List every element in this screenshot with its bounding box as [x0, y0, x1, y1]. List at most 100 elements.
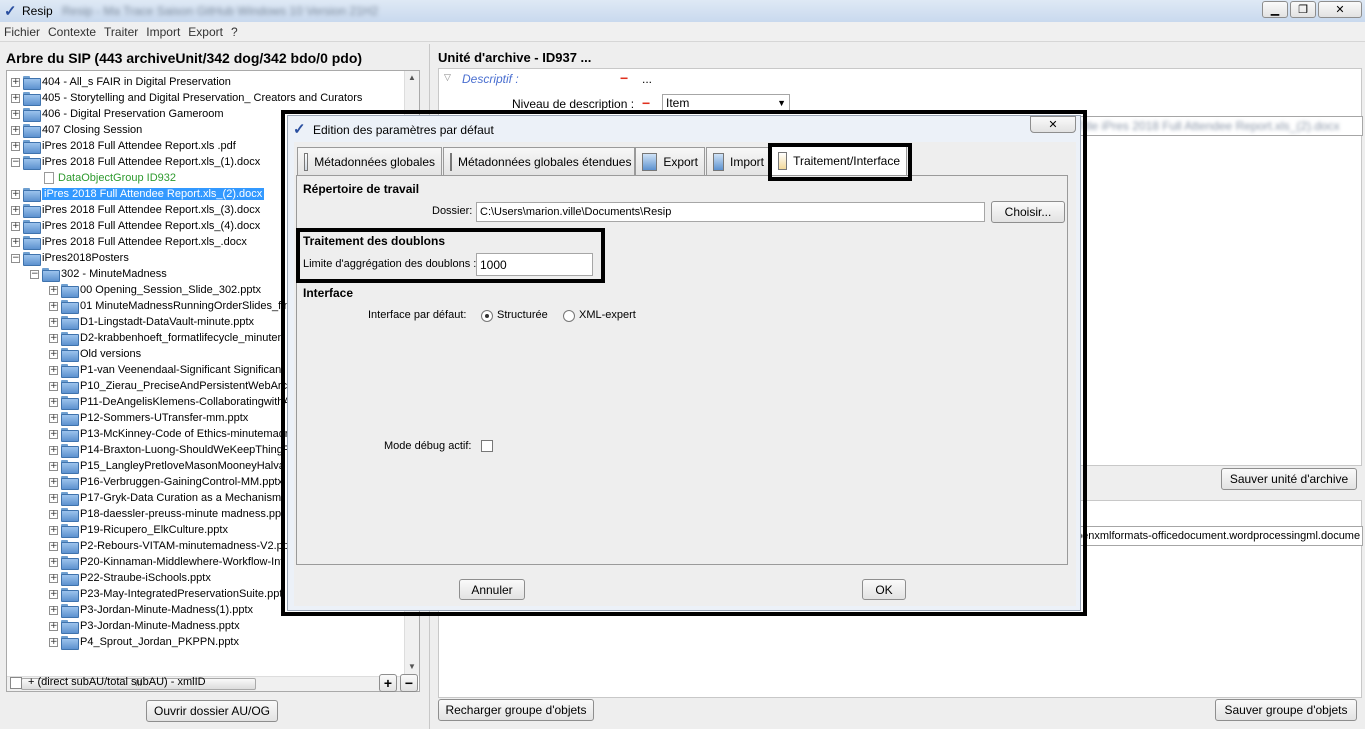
collapse-icon[interactable]: − — [30, 269, 39, 279]
tab-metadonnees-etendues[interactable]: Métadonnées globales étendues — [443, 147, 635, 175]
collapse-icon[interactable]: − — [11, 253, 20, 263]
tree-item[interactable]: + P20-Kinnaman-Middlewhere-Workflow-Inf — [49, 554, 283, 571]
menu-traiter[interactable]: Traiter — [104, 25, 138, 39]
expand-icon[interactable]: + — [11, 205, 20, 215]
cancel-button[interactable]: Annuler — [459, 579, 525, 600]
descriptif-remove-icon[interactable]: − — [620, 70, 628, 86]
tree-item[interactable]: + P2-Rebours-VITAM-minutemadness-V2.ppt — [49, 538, 292, 555]
tree-item[interactable]: + P13-McKinney-Code of Ethics-minutemadn — [49, 426, 291, 443]
radio-structuree[interactable] — [481, 310, 493, 322]
tree-item[interactable]: + P14-Braxton-Luong-ShouldWeKeepThingP — [49, 442, 290, 459]
radio-xml-expert[interactable] — [563, 310, 575, 322]
expand-icon[interactable]: + — [49, 525, 58, 535]
tree-item[interactable]: + P22-Straube-iSchools.pptx — [49, 570, 211, 587]
expand-icon[interactable]: + — [11, 141, 20, 151]
expand-icon[interactable]: + — [49, 477, 58, 487]
close-window-button[interactable]: ✕ — [1318, 1, 1362, 18]
tree-item[interactable]: + P10_Zierau_PreciseAndPersistentWebArc — [49, 378, 287, 395]
tree-item[interactable]: + P15_LangleyPretloveMasonMooneyHalva — [49, 458, 285, 475]
tree-item[interactable]: + P19-Ricupero_ElkCulture.pptx — [49, 522, 228, 539]
save-au-button[interactable]: Sauver unité d'archive — [1221, 468, 1357, 490]
tree-item[interactable]: − 302 - MinuteMadness — [30, 266, 167, 283]
expand-icon[interactable]: + — [49, 365, 58, 375]
dup-limit-input[interactable]: 1000 — [476, 253, 593, 276]
descriptif-chevron-icon[interactable]: ▽ — [444, 72, 451, 83]
expand-icon[interactable]: + — [49, 557, 58, 567]
expand-icon[interactable]: + — [49, 285, 58, 295]
save-group-button[interactable]: Sauver groupe d'objets — [1215, 699, 1357, 721]
tree-item[interactable]: − iPres2018Posters — [11, 250, 129, 267]
collapse-icon[interactable]: − — [11, 157, 20, 167]
tree-item[interactable]: + P3-Jordan-Minute-Madness(1).pptx — [49, 602, 253, 619]
expand-icon[interactable]: + — [49, 349, 58, 359]
tree-item[interactable]: +406 - Digital Preservation Gameroom — [11, 106, 224, 123]
tree-item[interactable]: + iPres 2018 Full Attendee Report.xls_.do… — [11, 234, 247, 251]
expand-icon[interactable]: + — [11, 93, 20, 103]
expand-icon[interactable]: + — [11, 189, 20, 199]
tab-export[interactable]: Export — [635, 147, 705, 175]
scroll-up-icon[interactable]: ▲ — [408, 73, 416, 82]
tab-import[interactable]: Import — [706, 147, 771, 175]
tree-item[interactable]: + P16-Verbruggen-GainingControl-MM.pptx — [49, 474, 283, 491]
tree-item[interactable]: +404 - All_s FAIR in Digital Preservatio… — [11, 74, 231, 91]
expand-icon[interactable]: + — [49, 333, 58, 343]
expand-icon[interactable]: + — [11, 125, 20, 135]
tree-item[interactable]: + P12-Sommers-UTransfer-mm.pptx — [49, 410, 248, 427]
expand-icon[interactable]: + — [11, 237, 20, 247]
dialog-close-button[interactable]: ✕ — [1030, 116, 1076, 133]
tree-item-dog[interactable]: DataObjectGroup ID932 — [30, 170, 176, 186]
title-field[interactable]: Title iPres 2018 Full Attendee Report.xl… — [1072, 116, 1363, 136]
tab-metadonnees-globales[interactable]: Métadonnées globales — [297, 147, 442, 175]
niveau-remove-icon[interactable]: − — [642, 95, 650, 111]
tree-item[interactable]: + P3-Jordan-Minute-Madness.pptx — [49, 618, 240, 635]
expand-icon[interactable]: + — [49, 493, 58, 503]
expand-icon[interactable]: + — [49, 381, 58, 391]
tree-item[interactable]: + iPres 2018 Full Attendee Report.xls_(4)… — [11, 218, 260, 235]
tree-item[interactable]: + P4_Sprout_Jordan_PKPPN.pptx — [49, 634, 239, 651]
tree-item[interactable]: + P18-daessler-preuss-minute madness.ppt — [49, 506, 284, 523]
folder-input[interactable]: C:\Users\marion.ville\Documents\Resip — [476, 202, 985, 222]
tree-item[interactable]: + P1-van Veenendaal-Significant Significa… — [49, 362, 284, 379]
format-field[interactable]: penxmlformats-officedocument.wordprocess… — [1072, 526, 1363, 546]
menu-export[interactable]: Export — [188, 25, 223, 39]
expand-icon[interactable]: + — [49, 509, 58, 519]
expand-icon[interactable]: + — [49, 573, 58, 583]
expand-icon[interactable]: + — [11, 221, 20, 231]
expand-icon[interactable]: + — [49, 317, 58, 327]
expand-icon[interactable]: + — [11, 77, 20, 87]
tree-item[interactable]: +00 Opening_Session_Slide_302.pptx — [49, 282, 261, 299]
expand-all-button[interactable]: + — [379, 674, 397, 692]
expand-icon[interactable]: + — [49, 413, 58, 423]
expand-icon[interactable]: + — [49, 637, 58, 647]
expand-icon[interactable]: + — [11, 109, 20, 119]
tree-item[interactable]: +407 Closing Session — [11, 122, 142, 139]
tree-item[interactable]: + iPres 2018 Full Attendee Report.xls_(2)… — [11, 186, 265, 203]
expand-icon[interactable]: + — [49, 605, 58, 615]
au-count-checkbox[interactable] — [10, 677, 22, 689]
tree-item[interactable]: + D2-krabbenhoeft_formatlifecycle_minuten — [49, 330, 284, 347]
tree-item[interactable]: +405 - Storytelling and Digital Preserva… — [11, 90, 362, 107]
niveau-select[interactable]: Item ▼ — [662, 94, 790, 112]
expand-icon[interactable]: + — [49, 301, 58, 311]
descriptif-more-icon[interactable]: ... — [642, 72, 652, 86]
expand-icon[interactable]: + — [49, 621, 58, 631]
tree-item[interactable]: + iPres 2018 Full Attendee Report.xls_(3)… — [11, 202, 260, 219]
tab-traitement-interface[interactable]: Traitement/Interface — [771, 145, 907, 175]
menu-fichier[interactable]: Fichier — [4, 25, 40, 39]
expand-icon[interactable]: + — [49, 397, 58, 407]
reload-group-button[interactable]: Recharger groupe d'objets — [438, 699, 594, 721]
menu-help[interactable]: ? — [231, 25, 238, 39]
debug-mode-checkbox[interactable] — [481, 440, 493, 452]
tree-item[interactable]: + D1-Lingstadt-DataVault-minute.pptx — [49, 314, 254, 331]
tree-item[interactable]: + P11-DeAngelisKlemens-CollaboratingwithA — [49, 394, 291, 411]
expand-icon[interactable]: + — [49, 461, 58, 471]
open-au-og-button[interactable]: Ouvrir dossier AU/OG — [146, 700, 278, 722]
tree-item[interactable]: + P17-Gryk-Data Curation as a Mechanism. — [49, 490, 284, 507]
scroll-down-icon[interactable]: ▼ — [408, 662, 416, 671]
tree-item[interactable]: − iPres 2018 Full Attendee Report.xls_(1)… — [11, 154, 260, 171]
expand-icon[interactable]: + — [49, 589, 58, 599]
menu-import[interactable]: Import — [146, 25, 180, 39]
collapse-all-button[interactable]: − — [400, 674, 418, 692]
tree-item[interactable]: + Old versions — [49, 346, 141, 363]
ok-button[interactable]: OK — [862, 579, 906, 600]
